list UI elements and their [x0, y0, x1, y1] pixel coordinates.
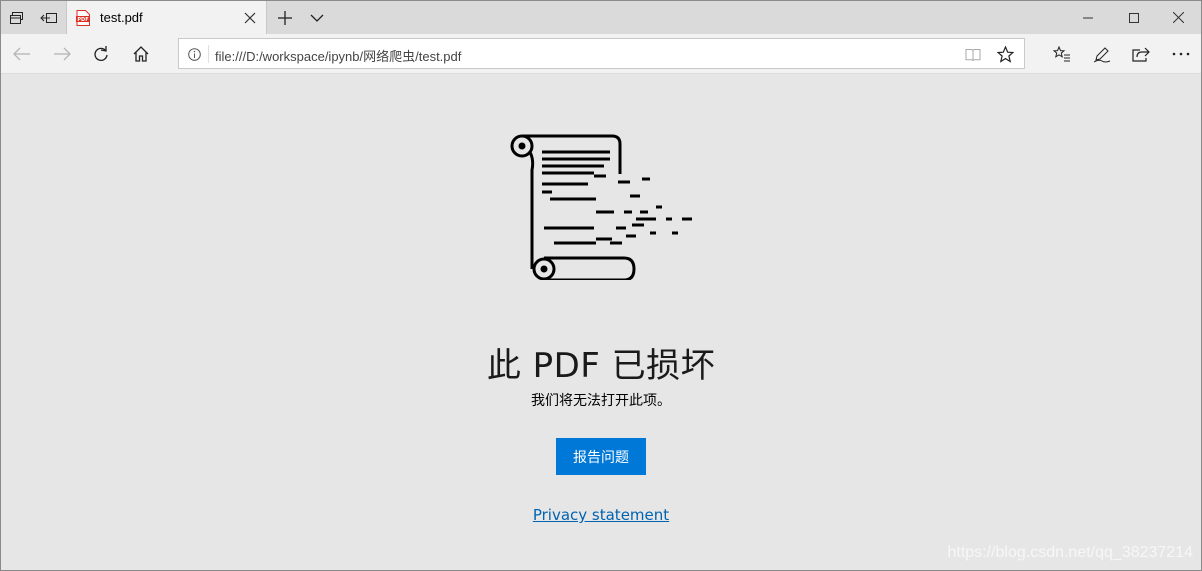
set-tabs-aside-button[interactable]	[33, 1, 65, 34]
arrow-right-icon	[54, 47, 71, 61]
refresh-button[interactable]	[81, 34, 121, 74]
plus-icon	[278, 10, 292, 25]
favorites-list-icon	[1053, 46, 1070, 62]
privacy-statement-link[interactable]: Privacy statement	[533, 506, 669, 524]
corrupted-scroll-illustration	[510, 134, 692, 280]
error-page: 此 PDF 已损坏 我们将无法打开此项。 报告问题 Privacy statem…	[1, 74, 1201, 570]
set-aside-icon	[40, 12, 57, 23]
pen-icon	[1093, 47, 1111, 63]
error-heading: 此 PDF 已损坏	[486, 346, 716, 386]
new-tab-button[interactable]	[269, 1, 301, 34]
tab-preview-button[interactable]	[301, 1, 333, 34]
refresh-icon	[94, 46, 108, 61]
privacy-row: Privacy statement	[1, 506, 1201, 524]
more-button[interactable]	[1161, 34, 1201, 74]
address-url[interactable]: file:///D:/workspace/ipynb/网络爬虫/test.pdf	[215, 46, 461, 65]
home-button[interactable]	[121, 34, 161, 74]
tabs-aside-icon	[10, 11, 23, 24]
forward-button[interactable]	[42, 34, 82, 74]
address-bar[interactable]: file:///D:/workspace/ipynb/网络爬虫/test.pdf	[178, 38, 1025, 69]
arrow-left-icon	[13, 47, 30, 61]
share-icon	[1132, 47, 1150, 62]
watermark: https://blog.csdn.net/qq_38237214	[947, 544, 1193, 561]
share-button[interactable]	[1121, 34, 1161, 74]
error-subtext: 我们将无法打开此项。	[531, 393, 671, 409]
add-notes-button[interactable]	[1082, 34, 1122, 74]
maximize-icon	[1129, 12, 1139, 23]
maximize-button[interactable]	[1111, 1, 1157, 34]
home-icon	[133, 46, 149, 62]
minimize-icon	[1083, 17, 1093, 18]
close-tab-icon[interactable]	[244, 12, 256, 24]
favorites-button[interactable]	[1042, 34, 1082, 74]
reading-view-icon[interactable]	[965, 47, 981, 63]
svg-text:PDF: PDF	[77, 17, 88, 23]
report-issue-button[interactable]: 报告问题	[556, 438, 646, 475]
tab-active[interactable]: PDF test.pdf	[66, 1, 267, 35]
close-window-button[interactable]	[1155, 1, 1201, 34]
address-separator	[208, 45, 209, 63]
ellipsis-icon	[1172, 52, 1190, 56]
tab-title: test.pdf	[100, 10, 143, 25]
tab-manager-button[interactable]	[1, 1, 33, 34]
navigation-toolbar: file:///D:/workspace/ipynb/网络爬虫/test.pdf	[1, 34, 1201, 74]
back-button[interactable]	[2, 34, 42, 74]
browser-window: PDF test.pdf file:///D:/workspace/ipynb/…	[0, 0, 1202, 571]
close-icon	[1172, 12, 1184, 23]
pdf-file-icon: PDF	[76, 10, 90, 26]
chevron-down-icon	[310, 14, 324, 22]
info-icon[interactable]	[188, 48, 201, 61]
tab-strip: PDF test.pdf	[1, 1, 1201, 35]
minimize-button[interactable]	[1065, 1, 1111, 34]
star-icon[interactable]	[997, 46, 1014, 63]
